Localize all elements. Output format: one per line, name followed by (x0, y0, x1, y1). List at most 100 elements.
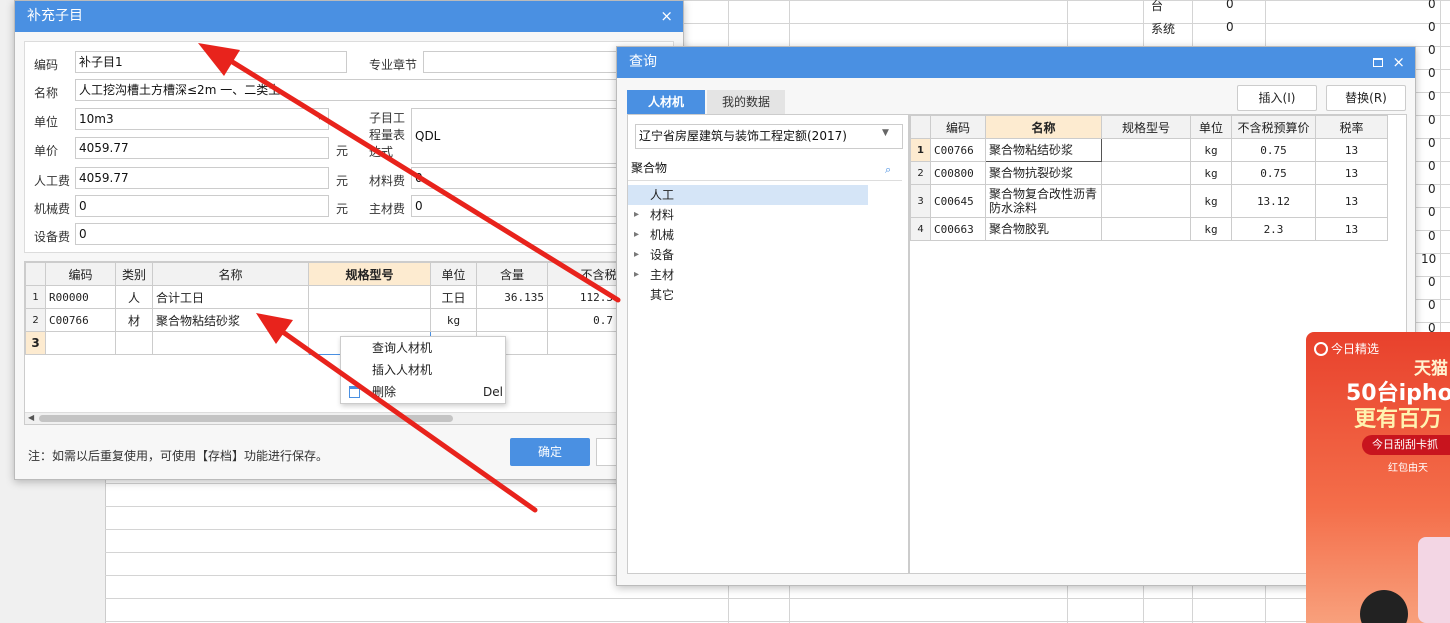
table-row[interactable]: 1 C00766 聚合物粘结砂浆 kg 0.75 13 (910, 138, 1388, 162)
expand-icon[interactable]: ▸ (634, 245, 639, 265)
chevron-down-icon[interactable]: ▼ (882, 128, 889, 138)
expand-icon[interactable]: ▸ (634, 225, 639, 245)
bg-cell: 0 (1428, 205, 1436, 220)
column-header[interactable]: 编码 (45, 262, 116, 286)
horizontal-scrollbar[interactable]: ◀ (25, 412, 673, 424)
spec-cell[interactable] (1101, 161, 1191, 185)
table-row[interactable]: 2 C00766 材 聚合物粘结砂浆 kg 0.7 (25, 308, 673, 332)
ad-banner[interactable]: 今日精选 天猫 50台iphon 更有百万 今日刮刮卡抓 红包由天 (1306, 332, 1450, 623)
spec-cell[interactable] (1101, 184, 1191, 218)
table-row[interactable]: 2 C00800 聚合物抗裂砂浆 kg 0.75 13 (910, 161, 1388, 185)
name-cell[interactable]: 聚合物粘结砂浆 (985, 138, 1102, 162)
tree-node[interactable]: ▸ 主材 (628, 265, 868, 285)
close-icon[interactable]: × (1392, 47, 1405, 78)
tree-node[interactable]: ▸ 设备 (628, 245, 868, 265)
column-header[interactable]: 规格型号 (308, 262, 431, 286)
column-header[interactable]: 类别 (115, 262, 153, 286)
search-icon[interactable]: ⌕ (885, 163, 891, 177)
code-cell[interactable]: C00766 (930, 138, 986, 162)
row-number: 4 (910, 217, 931, 241)
column-header[interactable]: 编码 (930, 115, 986, 139)
price-cell[interactable]: 0.75 (1231, 138, 1316, 162)
search-input[interactable]: 聚合物 (628, 157, 902, 181)
code-cell[interactable]: C00663 (930, 217, 986, 241)
code-cell[interactable]: R00000 (45, 285, 116, 309)
expand-icon[interactable]: ▸ (634, 265, 639, 285)
code-cell[interactable]: C00800 (930, 161, 986, 185)
qty-cell[interactable]: 36.135 (476, 285, 548, 309)
name-cell[interactable] (152, 331, 309, 355)
spec-cell[interactable] (308, 308, 431, 332)
table-row[interactable]: 3 C00645 聚合物复合改性沥青防水涂料 kg 13.12 13 (910, 184, 1388, 218)
scrollbar-thumb[interactable] (39, 415, 453, 422)
name-input[interactable]: 人工挖沟槽土方槽深≤2m 一、二类土 (75, 79, 673, 101)
quota-select[interactable]: 辽宁省房屋建筑与装饰工程定额(2017) (635, 124, 903, 149)
unit-cell[interactable]: 工日 (430, 285, 477, 309)
code-cell[interactable]: C00766 (45, 308, 116, 332)
menu-item-delete[interactable]: 删除 Del (341, 381, 505, 403)
table-row[interactable]: 4 C00663 聚合物胶乳 kg 2.3 13 (910, 217, 1388, 241)
price-cell[interactable]: 13.12 (1231, 184, 1316, 218)
unit-cell[interactable]: kg (1190, 138, 1232, 162)
unit-cell[interactable]: kg (1190, 184, 1232, 218)
unit-select[interactable]: 10m3 (75, 108, 329, 130)
tax-cell[interactable]: 13 (1315, 138, 1388, 162)
tree-node[interactable]: 人工 (628, 185, 868, 205)
column-header[interactable]: 名称 (985, 115, 1102, 139)
column-header[interactable]: 含量 (476, 262, 548, 286)
expand-icon[interactable]: ▸ (634, 205, 639, 225)
column-header[interactable]: 单位 (1190, 115, 1232, 139)
qty-cell[interactable] (476, 308, 548, 332)
spec-cell[interactable] (1101, 138, 1191, 162)
dialog-titlebar[interactable]: 查询 × (617, 47, 1415, 78)
price-input[interactable]: 4059.77 (75, 137, 329, 159)
code-cell[interactable] (45, 331, 116, 355)
labor-input[interactable]: 4059.77 (75, 167, 329, 189)
machine-input[interactable]: 0 (75, 195, 329, 217)
maximize-icon[interactable] (1373, 58, 1383, 67)
bg-cell: 0 (1428, 0, 1436, 11)
dialog-titlebar[interactable]: 补充子目 × (15, 1, 683, 32)
type-cell[interactable] (115, 331, 153, 355)
replace-button[interactable]: 替换(R) (1326, 85, 1406, 111)
close-icon[interactable]: × (660, 1, 673, 32)
type-cell[interactable]: 材 (115, 308, 153, 332)
tree-node[interactable]: ▸ 机械 (628, 225, 868, 245)
unit-cell[interactable]: kg (1190, 161, 1232, 185)
name-cell[interactable]: 聚合物复合改性沥青防水涂料 (985, 184, 1102, 218)
name-cell[interactable]: 聚合物抗裂砂浆 (985, 161, 1102, 185)
column-header[interactable]: 单位 (430, 262, 477, 286)
scroll-left-icon[interactable]: ◀ (28, 413, 34, 422)
unit-cell[interactable]: kg (430, 308, 477, 332)
tree-node[interactable]: ▸ 材料 (628, 205, 868, 225)
chevron-down-icon[interactable]: ▾ (317, 112, 322, 123)
name-cell[interactable]: 聚合物粘结砂浆 (152, 308, 309, 332)
column-header[interactable]: 规格型号 (1101, 115, 1191, 139)
tax-cell[interactable]: 13 (1315, 161, 1388, 185)
chapter-label: 专业章节 (369, 58, 418, 72)
spec-cell[interactable] (308, 285, 431, 309)
tax-cell[interactable]: 13 (1315, 184, 1388, 218)
equipment-input[interactable]: 0 (75, 223, 673, 245)
code-cell[interactable]: C00645 (930, 184, 986, 218)
price-cell[interactable]: 0.75 (1231, 161, 1316, 185)
column-header[interactable]: 不含税预算价 (1231, 115, 1316, 139)
menu-item-insert[interactable]: 插入人材机 (341, 359, 505, 381)
name-cell[interactable]: 合计工日 (152, 285, 309, 309)
menu-item-query[interactable]: 查询人材机 (341, 337, 505, 359)
ok-button[interactable]: 确定 (510, 438, 590, 466)
name-cell[interactable]: 聚合物胶乳 (985, 217, 1102, 241)
tree-node[interactable]: 其它 (628, 285, 868, 305)
price-cell[interactable]: 2.3 (1231, 217, 1316, 241)
spec-cell[interactable] (1101, 217, 1191, 241)
column-header[interactable]: 名称 (152, 262, 309, 286)
unit-cell[interactable]: kg (1190, 217, 1232, 241)
column-header[interactable]: 税率 (1315, 115, 1388, 139)
tax-cell[interactable]: 13 (1315, 217, 1388, 241)
tab-my-data[interactable]: 我的数据 (707, 90, 785, 114)
type-cell[interactable]: 人 (115, 285, 153, 309)
table-row[interactable]: 1 R00000 人 合计工日 工日 36.135 112.3 (25, 285, 673, 309)
insert-button[interactable]: 插入(I) (1237, 85, 1317, 111)
code-input[interactable]: 补子目1 (75, 51, 347, 73)
tab-resources[interactable]: 人材机 (627, 90, 705, 114)
